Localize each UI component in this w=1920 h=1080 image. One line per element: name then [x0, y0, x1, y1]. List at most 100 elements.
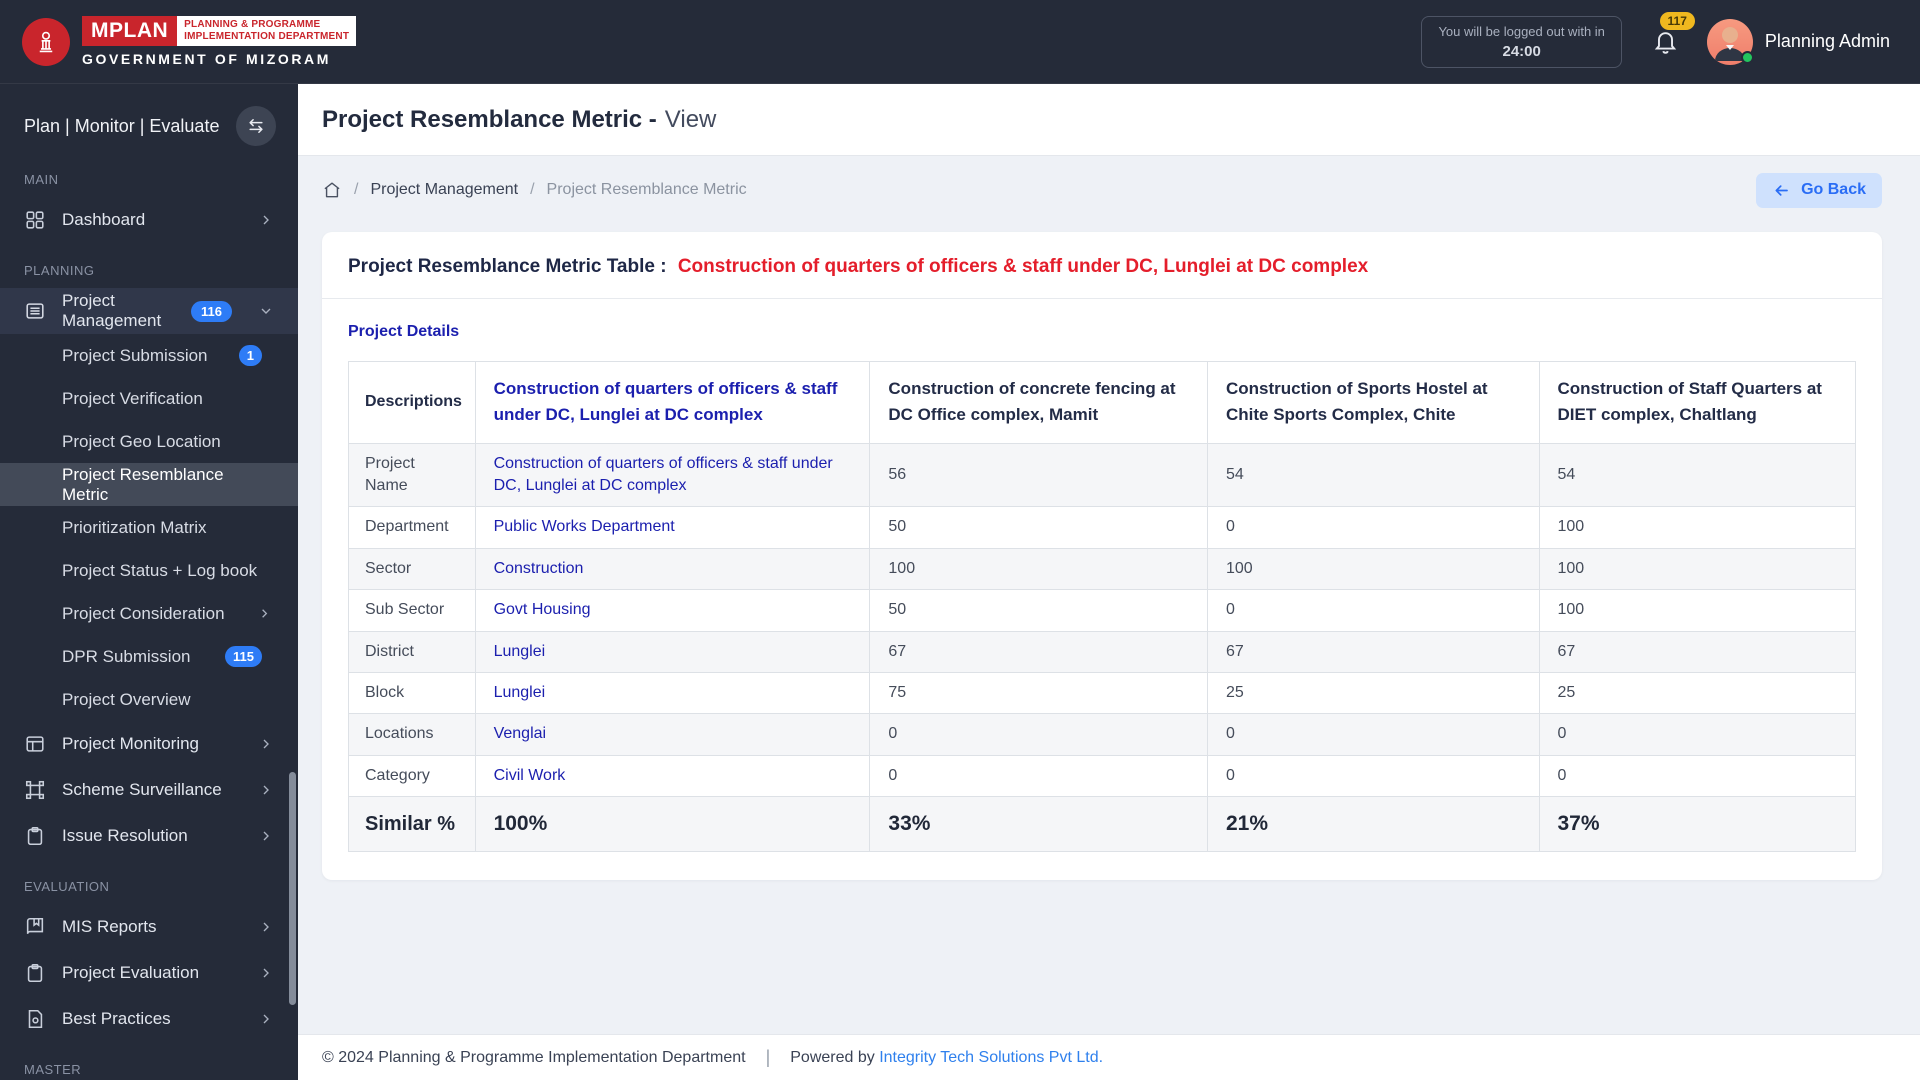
sidebar-collapse-button[interactable] [236, 106, 276, 146]
sidebar-item-label: MIS Reports [62, 917, 157, 936]
similar-percent-value: 33% [869, 796, 1208, 852]
row-label: Project Name [348, 442, 476, 508]
resemblance-metric-card: Project Resemblance Metric Table : Const… [322, 232, 1882, 880]
swap-arrows-icon [249, 119, 263, 133]
sidebar-item-mis-reports[interactable]: MIS Reports [0, 904, 298, 950]
sidebar-item-best-practices[interactable]: Best Practices [0, 996, 298, 1042]
column-header-selected-project: Construction of quarters of officers & s… [474, 361, 871, 444]
sidebar-item-project-management[interactable]: Project Management 116 [0, 288, 298, 334]
sidebar-section-main: MAIN [24, 172, 59, 187]
cell-link[interactable]: Lunglei [494, 684, 546, 701]
chevron-right-icon [258, 736, 274, 752]
sidebar-item-label: Project Evaluation [62, 963, 200, 982]
column-header: Construction of Staff Quarters at DIET c… [1538, 361, 1856, 444]
table-header-row: Descriptions Construction of quarters of… [348, 361, 1856, 444]
chevron-right-icon [257, 606, 272, 621]
sidebar-item-label: Project Overview [62, 689, 191, 709]
metric-value: 100 [1538, 589, 1856, 632]
go-back-button[interactable]: Go Back [1756, 172, 1882, 208]
cell-link[interactable]: Civil Work [494, 767, 566, 784]
sidebar-item-project-submission[interactable]: Project Submission 1 [0, 334, 298, 377]
row-label: Sector [348, 547, 476, 591]
sidebar-item-label: Project Status + Log book [62, 560, 258, 580]
main-area: Project Resemblance Metric - View / Proj… [298, 84, 1920, 1080]
similar-percent-value: 37% [1538, 796, 1856, 852]
sidebar-section-master: MASTER [24, 1062, 82, 1077]
sidebar-item-dashboard[interactable]: Dashboard [0, 197, 298, 243]
table-row: Locations Venglai 0 0 0 [348, 713, 1856, 756]
footer-copyright: © 2024 Planning & Programme Implementati… [322, 1048, 746, 1066]
sidebar-item-project-consideration[interactable]: Project Consideration [0, 592, 298, 635]
similar-percent-value: 100% [474, 796, 871, 852]
sidebar-scrollbar[interactable] [289, 772, 296, 1005]
footer-vendor-link[interactable]: Integrity Tech Solutions Pvt Ltd. [879, 1049, 1103, 1066]
book-icon [24, 916, 46, 938]
notification-count-badge: 117 [1659, 12, 1695, 30]
sidebar-item-prioritization-matrix[interactable]: Prioritization Matrix [0, 506, 298, 549]
card-heading: Project Resemblance Metric Table : Const… [322, 232, 1882, 299]
cell-link[interactable]: Lunglei [494, 643, 546, 660]
metric-value: 67 [869, 630, 1208, 674]
table-row: District Lunglei 67 67 67 [348, 630, 1856, 674]
sidebar-item-project-monitoring[interactable]: Project Monitoring [0, 721, 298, 767]
sidebar-item-project-overview[interactable]: Project Overview [0, 678, 298, 721]
count-badge: 116 [191, 300, 232, 322]
sidebar-item-project-geo-location[interactable]: Project Geo Location [0, 420, 298, 463]
sidebar-item-scheme-surveillance[interactable]: Scheme Surveillance [0, 767, 298, 813]
sidebar-item-project-evaluation[interactable]: Project Evaluation [0, 950, 298, 996]
metric-value: 56 [869, 442, 1208, 508]
column-header: Construction of Sports Hostel at Chite S… [1206, 361, 1540, 444]
sidebar-item-dpr-submission[interactable]: DPR Submission 115 [0, 635, 298, 678]
similar-percent-row: Similar % 100% 33% 21% 37% [348, 796, 1856, 852]
notifications-button[interactable]: 117 [1652, 12, 1695, 55]
scan-corners-icon [24, 779, 46, 801]
metric-value: 100 [1538, 547, 1856, 591]
row-label: Department [348, 506, 476, 549]
sidebar-section-evaluation: EVALUATION [24, 879, 110, 894]
metric-value: 0 [1206, 589, 1540, 632]
sidebar-item-project-verification[interactable]: Project Verification [0, 377, 298, 420]
row-label: Sub Sector [348, 589, 476, 632]
content-area: / Project Management / Project Resemblan… [298, 156, 1920, 1034]
sidebar-item-project-status-log-book[interactable]: Project Status + Log book [0, 549, 298, 592]
cell-link[interactable]: Construction [494, 560, 584, 577]
sidebar-item-project-resemblance-metric[interactable]: Project Resemblance Metric [0, 463, 298, 506]
user-menu[interactable]: Planning Admin [1706, 18, 1890, 65]
cell-link[interactable]: Govt Housing [494, 601, 591, 618]
sidebar-item-label: Project Geo Location [62, 431, 221, 451]
metric-value: 0 [1206, 754, 1540, 798]
chevron-down-icon [258, 303, 274, 319]
breadcrumb: / Project Management / Project Resemblan… [322, 180, 747, 200]
brand-department: PLANNING & PROGRAMME IMPLEMENTATION DEPA… [177, 16, 357, 46]
app-root: MPLAN PLANNING & PROGRAMME IMPLEMENTATIO… [0, 0, 1920, 1080]
row-label: Category [348, 754, 476, 798]
home-icon[interactable] [322, 180, 342, 200]
count-badge: 1 [238, 345, 262, 366]
clipboard-icon [24, 825, 46, 847]
sidebar-item-label: DPR Submission [62, 646, 191, 666]
sidebar-item-issue-resolution[interactable]: Issue Resolution [0, 813, 298, 859]
breadcrumb-current-page: Project Resemblance Metric [546, 181, 747, 198]
chevron-right-icon [258, 212, 274, 228]
logout-countdown-notice: You will be logged out with in 24:00 [1421, 15, 1622, 68]
file-badge-icon [24, 1008, 46, 1030]
breadcrumb-project-management[interactable]: Project Management [370, 181, 518, 199]
metric-value: 75 [869, 672, 1208, 715]
cell-link[interactable]: Venglai [494, 725, 547, 742]
metric-value: 0 [1206, 506, 1540, 549]
sidebar-item-label: Project Submission [62, 345, 208, 365]
metric-value: 25 [1206, 672, 1540, 715]
row-label: Locations [348, 713, 476, 756]
sidebar-item-label: Best Practices [62, 1009, 171, 1028]
topbar-right: You will be logged out with in 24:00 117 [1421, 12, 1890, 68]
table-row: Sub Sector Govt Housing 50 0 100 [348, 589, 1856, 632]
project-details-label: Project Details [348, 323, 460, 340]
brand-name: MPLAN [82, 16, 178, 46]
brand-government: GOVERNMENT OF MIZORAM [82, 51, 332, 67]
cell-link[interactable]: Construction of quarters of officers & s… [494, 455, 833, 494]
sidebar-item-label: Project Resemblance Metric [62, 464, 224, 504]
brand-dept-line1: PLANNING & PROGRAMME [184, 19, 321, 30]
sidebar-item-label: Dashboard [62, 210, 146, 229]
cell-link[interactable]: Public Works Department [494, 518, 675, 535]
sidebar-section-planning: PLANNING [24, 263, 95, 278]
